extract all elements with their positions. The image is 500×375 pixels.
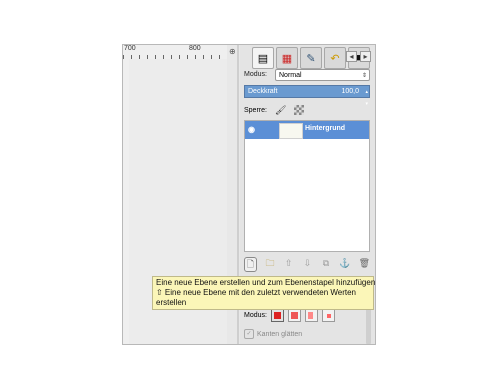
layers-icon: ▤ bbox=[257, 52, 269, 65]
layer-buttons: 🗋 🗀 ⇧ ⇩ ⧉ ⚓ 🗑 bbox=[244, 257, 370, 272]
tool-modus-label: Modus: bbox=[244, 311, 267, 319]
opacity-value: 100,0 bbox=[341, 88, 359, 95]
tooltip-line-2: ⇧ Eine neue Ebene mit den zuletzt verwen… bbox=[156, 288, 357, 297]
layer-row[interactable]: ◉ Hintergrund bbox=[245, 121, 369, 139]
tab-channels[interactable]: ▦ bbox=[276, 47, 298, 69]
lock-pixels-icon[interactable]: 🖌 bbox=[275, 105, 286, 116]
modus-label: Modus: bbox=[244, 71, 267, 78]
modus-value: Normal bbox=[279, 72, 302, 79]
checkbox-icon[interactable]: ✓ bbox=[244, 329, 254, 339]
mode-subtract-button[interactable] bbox=[304, 308, 318, 322]
tab-undo[interactable]: ↶ bbox=[324, 47, 346, 69]
tooltip-line-3: erstellen bbox=[156, 298, 187, 307]
undo-icon: ↶ bbox=[330, 52, 340, 65]
antialias-option[interactable]: ✓ Kanten glätten bbox=[244, 329, 302, 339]
tool-modus-row: Modus: bbox=[244, 308, 335, 322]
antialias-label: Kanten glätten bbox=[257, 330, 303, 338]
layers-list[interactable]: ◉ Hintergrund bbox=[244, 120, 370, 252]
spin-arrows-icon[interactable]: ▴ ▾ bbox=[365, 86, 368, 110]
dock-menu-icon[interactable]: ▸ bbox=[360, 51, 371, 62]
lock-row: Sperre: 🖌 bbox=[244, 104, 305, 116]
layer-name: Hintergrund bbox=[305, 125, 346, 132]
opacity-slider[interactable]: Deckkraft 100,0 ▴ ▾ bbox=[244, 85, 370, 107]
duplicate-layer-button[interactable]: ⧉ bbox=[321, 257, 332, 270]
eye-icon[interactable]: ◉ bbox=[248, 125, 255, 134]
chevron-left-icon[interactable]: ◂ bbox=[346, 51, 357, 62]
tooltip: Eine neue Ebene erstellen und zum Ebenen… bbox=[152, 276, 376, 310]
ruler-mark-700: 700 bbox=[124, 45, 136, 52]
new-layer-button[interactable]: 🗋 bbox=[244, 257, 257, 272]
paths-icon: ✎ bbox=[306, 52, 316, 65]
horizontal-ruler: 700 800 bbox=[123, 45, 227, 60]
tab-layers[interactable]: ▤ bbox=[252, 47, 274, 69]
new-layer-group-button[interactable]: 🗀 bbox=[265, 257, 276, 270]
tool-options-scrollbar[interactable] bbox=[366, 307, 371, 344]
mode-replace-button[interactable] bbox=[270, 308, 284, 322]
layer-thumbnail bbox=[279, 123, 303, 139]
tooltip-line-1: Eine neue Ebene erstellen und zum Ebenen… bbox=[156, 278, 376, 287]
modus-select[interactable]: Normal ⇕ bbox=[275, 69, 370, 81]
tab-paths[interactable]: ✎ bbox=[300, 47, 322, 69]
lock-alpha-icon[interactable] bbox=[294, 105, 305, 115]
ruler-mark-800: 800 bbox=[189, 45, 201, 52]
anchor-layer-button[interactable]: ⚓ bbox=[339, 257, 350, 270]
lock-label: Sperre: bbox=[244, 106, 267, 114]
raise-layer-button[interactable]: ⇧ bbox=[283, 257, 294, 270]
mode-add-button[interactable] bbox=[287, 308, 301, 322]
channels-icon: ▦ bbox=[281, 52, 293, 65]
lower-layer-button[interactable]: ⇩ bbox=[302, 257, 313, 270]
delete-layer-button[interactable]: 🗑 bbox=[359, 257, 370, 270]
dock-controls: ◂ ▸ bbox=[346, 51, 371, 62]
opacity-label: Deckkraft bbox=[248, 88, 278, 95]
navigate-icon[interactable]: ⊕ bbox=[229, 47, 236, 56]
mode-intersect-button[interactable] bbox=[321, 308, 335, 322]
chevron-updown-icon: ⇕ bbox=[361, 73, 367, 79]
